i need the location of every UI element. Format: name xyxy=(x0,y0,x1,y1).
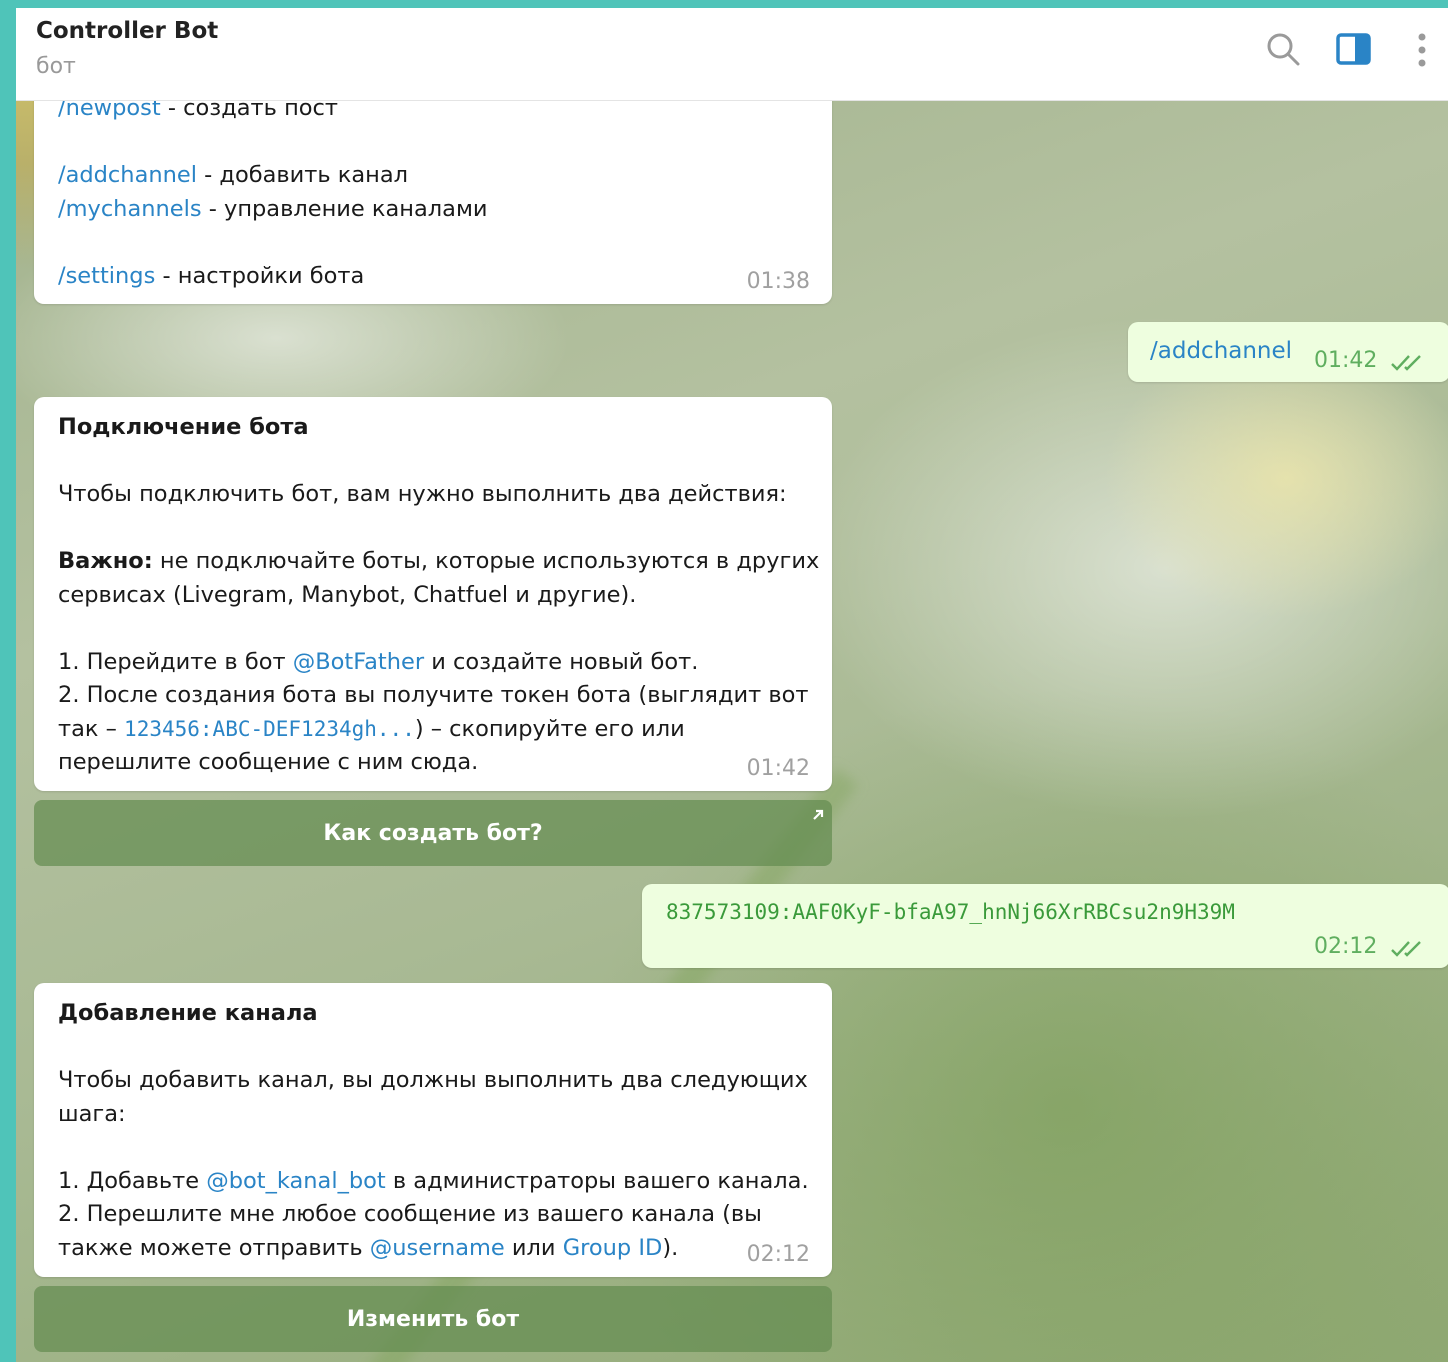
command-link[interactable]: /addchannel xyxy=(58,162,197,188)
token-example-code[interactable]: 123456:ABC-DEF1234gh... xyxy=(124,717,415,741)
step-text: или xyxy=(504,1234,563,1261)
step-text: 1. Перейдите в бот xyxy=(58,648,293,675)
message-heading: Подключение бота xyxy=(58,414,309,440)
sidebar-toggle-icon[interactable] xyxy=(1336,32,1372,70)
important-text: не подключайте боты, которые используютс… xyxy=(152,548,820,574)
bot-message-add-channel: Добавление канала Чтобы добавить канал, … xyxy=(34,983,832,1277)
command-line: /addchannel - добавить канал xyxy=(58,159,488,193)
how-to-create-bot-button[interactable]: Как создать бот? xyxy=(34,800,832,866)
step-text: ). xyxy=(662,1234,679,1261)
bot-message-connect: Подключение бота Чтобы подключить бот, в… xyxy=(34,397,832,791)
command-desc: - управление каналами xyxy=(201,195,488,222)
change-bot-button[interactable]: Изменить бот xyxy=(34,1286,832,1352)
button-label: Изменить бот xyxy=(346,1306,520,1332)
important-label: Важно: xyxy=(58,548,153,574)
token-text[interactable]: 837573109:AAF0KyF-bfaA97_hnNj66XrRBCsu2n… xyxy=(666,896,1235,930)
button-label: Как создать бот? xyxy=(323,820,543,846)
message-text: 1. Добавьте @bot_kanal_bot в администрат… xyxy=(58,1165,809,1199)
step-text: также можете отправить xyxy=(58,1234,370,1261)
step-text: и создайте новый бот. xyxy=(424,648,699,675)
search-icon[interactable] xyxy=(1266,32,1300,70)
command-link[interactable]: /addchannel xyxy=(1150,335,1292,369)
step-text: так – xyxy=(58,715,125,742)
message-text: Чтобы добавить канал, вы должны выполнит… xyxy=(58,1067,808,1093)
message-text: 2. Перешлите мне любое сообщение из ваше… xyxy=(58,1201,762,1227)
chat-subtitle: бот xyxy=(36,54,76,79)
chat-window: Controller Bot бот /newpost - создать по… xyxy=(16,8,1448,1362)
group-id-link[interactable]: Group ID xyxy=(563,1235,663,1261)
message-time: 01:42 xyxy=(1314,348,1378,373)
command-line: /mychannels - управление каналами xyxy=(58,193,488,227)
more-vertical-icon[interactable] xyxy=(1416,30,1428,74)
step-text: в администраторы вашего канала. xyxy=(385,1167,809,1194)
command-desc: - добавить канал xyxy=(196,162,409,188)
bot-message-commands: /newpost - создать пост /addchannel - до… xyxy=(34,66,832,304)
bot-username-link[interactable]: @bot_kanal_bot xyxy=(206,1168,385,1194)
command-link[interactable]: /mychannels xyxy=(58,196,202,222)
outgoing-message-token: 837573109:AAF0KyF-bfaA97_hnNj66XrRBCsu2n… xyxy=(642,884,1448,968)
message-text: 1. Перейдите в бот @BotFather и создайте… xyxy=(58,646,819,680)
external-link-arrow-icon xyxy=(810,804,826,829)
double-check-icon xyxy=(1390,936,1428,970)
message-text: сервисах (Livegram, Manybot, Chatfuel и … xyxy=(58,581,637,608)
message-text: перешлите сообщение с ним сюда. xyxy=(58,749,479,775)
step-text: ) – скопируйте его или xyxy=(414,715,685,742)
message-text: также можете отправить @username или Gro… xyxy=(58,1232,809,1266)
command-line: /settings - настройки бота xyxy=(58,260,488,294)
message-text: Важно: не подключайте боты, которые испо… xyxy=(58,545,819,579)
double-check-icon xyxy=(1390,350,1428,384)
outgoing-message-command: /addchannel 01:42 xyxy=(1128,322,1448,382)
message-text: шага: xyxy=(58,1100,126,1127)
step-text: 1. Добавьте xyxy=(58,1167,207,1194)
message-text: 2. После создания бота вы получите токен… xyxy=(58,682,809,708)
message-time: 02:12 xyxy=(746,1241,810,1267)
message-time: 01:38 xyxy=(746,268,810,294)
command-link[interactable]: /settings xyxy=(58,263,155,289)
chat-header: Controller Bot бот xyxy=(16,8,1448,101)
command-desc: - настройки бота xyxy=(155,262,365,289)
botfather-link[interactable]: @BotFather xyxy=(293,649,424,675)
message-time: 01:42 xyxy=(746,755,810,781)
message-time: 02:12 xyxy=(1314,934,1378,959)
chat-title[interactable]: Controller Bot xyxy=(36,18,218,44)
username-link[interactable]: @username xyxy=(370,1235,505,1261)
message-heading: Добавление канала xyxy=(58,1000,318,1026)
message-text: так – 123456:ABC-DEF1234gh...) – скопиру… xyxy=(58,713,819,747)
message-text: Чтобы подключить бот, вам нужно выполнит… xyxy=(58,481,787,507)
